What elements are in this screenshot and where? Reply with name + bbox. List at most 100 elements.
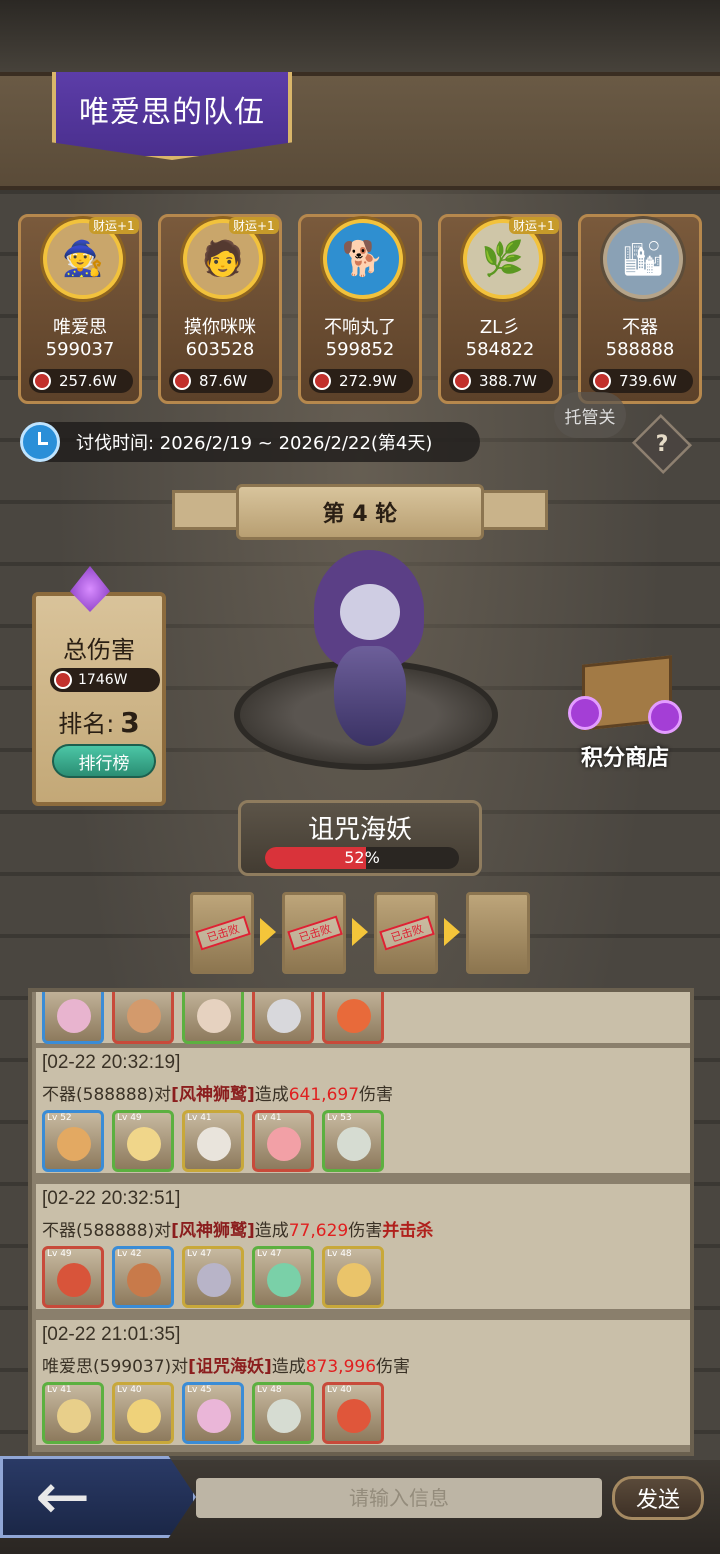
back-button[interactable]: ← (0, 1456, 196, 1538)
arrow-right-icon (444, 918, 460, 946)
log-entry: [02-22 20:32:19] 不器(588888)对[风神狮鹫]造成641,… (36, 1048, 690, 1176)
hero-level: Lv 47 (257, 1249, 282, 1259)
boss-hp-text: 52% (344, 848, 380, 867)
log-target: [风神狮鹫] (171, 1085, 255, 1105)
member-card[interactable]: 🐕 不响丸了 599852 272.9W (298, 214, 422, 404)
member-card[interactable]: 🧙 财运+1 唯爱思 599037 257.6W (18, 214, 142, 404)
boss-sprite[interactable] (294, 550, 444, 750)
hero-lineup (42, 992, 384, 1044)
member-name: 摸你咪咪 (184, 317, 256, 338)
points-shop-button[interactable] (562, 630, 692, 740)
member-name: ZL彡 (479, 317, 521, 338)
hero-portrait: Lv 41 (42, 1382, 104, 1444)
log-kill: 并击杀 (382, 1221, 434, 1241)
log-time: [02-22 20:32:19] (42, 1052, 181, 1073)
banner-wing-right (478, 490, 548, 530)
fortune-badge: 财运+1 (89, 217, 139, 234)
hero-face (57, 999, 91, 1033)
log-target: [诅咒海妖] (188, 1357, 272, 1377)
damage-panel: 总伤害 1746W 排名: 3 排行榜 (32, 592, 166, 806)
member-name: 不器 (622, 317, 658, 338)
member-score: 599037 (45, 339, 115, 360)
hero-face (337, 999, 371, 1033)
member-damage: 272.9W (309, 369, 413, 393)
member-card[interactable]: 🌿 财运+1 ZL彡 584822 388.7W (438, 214, 562, 404)
coin-icon (568, 696, 602, 730)
hero-portrait: Lv 52 (42, 1110, 104, 1172)
hero-level: Lv 49 (47, 1249, 72, 1259)
hero-face (267, 1263, 301, 1297)
member-name: 唯爱思 (53, 317, 107, 338)
arrow-right-icon (352, 918, 368, 946)
defeated-stamp: 已击败 (195, 915, 251, 951)
boss-nameplate: 诅咒海妖 52% (238, 800, 482, 876)
hero-portrait: Lv 41 (182, 1110, 244, 1172)
log-entry-partial (36, 992, 690, 1046)
hero-face (267, 999, 301, 1033)
hero-face (267, 1399, 301, 1433)
ranking-button[interactable]: 排行榜 (52, 744, 156, 778)
stage-card-current[interactable] (466, 892, 530, 974)
banner-wing-left (172, 490, 242, 530)
hero-face (57, 1127, 91, 1161)
member-avatar: 🏙 (603, 219, 683, 299)
hero-portrait: Lv 42 (112, 1246, 174, 1308)
hero-portrait (112, 992, 174, 1044)
member-score: 603528 (185, 339, 255, 360)
log-target: [风神狮鹫] (171, 1221, 255, 1241)
stage-card[interactable]: 已击败 (190, 892, 254, 974)
log-verb: 造成 (254, 1221, 289, 1241)
points-shop-label[interactable]: 积分商店 (560, 740, 690, 772)
log-attacker: 唯爱思(599037)对 (42, 1357, 189, 1377)
log-suffix: 伤害 (359, 1085, 394, 1105)
member-damage: 739.6W (589, 369, 693, 393)
stage-card[interactable]: 已击败 (282, 892, 346, 974)
chat-input[interactable] (196, 1478, 602, 1518)
coin-icon (648, 700, 682, 734)
stage-card[interactable]: 已击败 (374, 892, 438, 974)
member-score: 588888 (605, 339, 675, 360)
round-label: 第 4 轮 (322, 502, 398, 527)
hero-portrait: Lv 41 (252, 1110, 314, 1172)
hero-lineup: Lv 49 Lv 42 Lv 47 Lv 47 Lv 48 (42, 1246, 384, 1308)
back-arrow-icon: ← (35, 1458, 91, 1535)
hero-lineup: Lv 52 Lv 49 Lv 41 Lv 41 Lv 53 (42, 1110, 384, 1172)
member-card[interactable]: 🏙 不器 588888 739.6W (578, 214, 702, 404)
hero-level: Lv 48 (327, 1249, 352, 1259)
hero-face (197, 1263, 231, 1297)
log-message: 唯爱思(599037)对[诅咒海妖]造成873,996伤害 (42, 1352, 410, 1377)
auto-battle-toggle[interactable]: 托管关 (554, 392, 626, 438)
member-avatar: 🐕 (323, 219, 403, 299)
hero-portrait (42, 992, 104, 1044)
hero-face (337, 1127, 371, 1161)
boss-body (334, 646, 406, 746)
log-verb: 造成 (271, 1357, 306, 1377)
help-icon: ? (655, 431, 669, 457)
log-attacker: 不器(588888)对 (42, 1221, 172, 1241)
log-suffix: 伤害 (348, 1221, 383, 1241)
damage-icon (453, 372, 471, 390)
hero-level: Lv 42 (117, 1249, 142, 1259)
defeated-stamp: 已击败 (379, 915, 435, 951)
battle-log[interactable]: [02-22 20:32:19] 不器(588888)对[风神狮鹫]造成641,… (28, 988, 694, 1456)
member-card[interactable]: 🧑 财运+1 摸你咪咪 603528 87.6W (158, 214, 282, 404)
hero-portrait (182, 992, 244, 1044)
send-button[interactable]: 发送 (612, 1476, 704, 1520)
log-message: 不器(588888)对[风神狮鹫]造成641,697伤害 (42, 1080, 393, 1105)
hero-level: Lv 53 (327, 1113, 352, 1123)
hero-face (337, 1263, 371, 1297)
defeated-stamp: 已击败 (287, 915, 343, 951)
log-entry: [02-22 21:01:35] 唯爱思(599037)对[诅咒海妖]造成873… (36, 1320, 690, 1448)
event-period: 讨伐时间: 2026/2/19 ~ 2026/2/22(第4天) (76, 433, 433, 454)
rank-label: 排名: (58, 710, 115, 738)
hero-portrait: Lv 40 (322, 1382, 384, 1444)
boss-name: 诅咒海妖 (307, 815, 412, 845)
log-amount: 641,697 (288, 1085, 360, 1105)
hero-level: Lv 41 (187, 1113, 212, 1123)
hero-face (127, 1127, 161, 1161)
hero-portrait: Lv 49 (42, 1246, 104, 1308)
arrow-right-icon (260, 918, 276, 946)
member-damage-value: 388.7W (479, 372, 537, 390)
total-damage-label: 总伤害 (63, 636, 135, 664)
rank-value: 3 (120, 706, 140, 739)
